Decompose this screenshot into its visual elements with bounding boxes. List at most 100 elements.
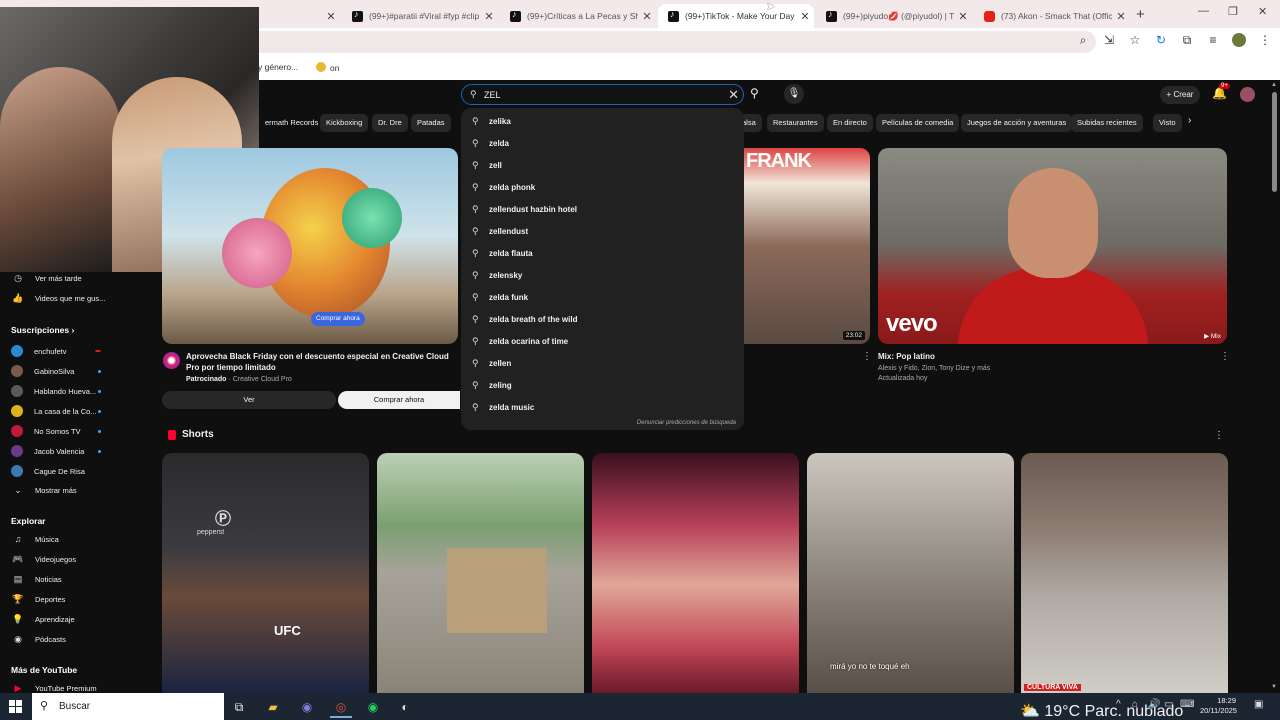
suggestion-item[interactable]: ⚲ zelda ocarina of time: [461, 331, 744, 351]
close-tab-icon[interactable]: ✕: [954, 10, 972, 23]
sidebar-item-news[interactable]: ▤ Noticias: [11, 574, 62, 585]
chip[interactable]: Kickboxing: [320, 114, 369, 132]
show-more-button[interactable]: ⌄ Mostrar más: [11, 485, 76, 496]
subscription-item[interactable]: Jacob Valencia: [11, 445, 101, 457]
ad-overlay-buy-button[interactable]: Comprar ahora: [311, 312, 365, 326]
file-explorer-icon[interactable]: ▰: [262, 696, 284, 718]
install-icon[interactable]: ⇲: [1102, 33, 1116, 50]
minimize-icon[interactable]: —: [1198, 5, 1209, 17]
task-view-icon[interactable]: ⧉: [228, 696, 250, 718]
profile-avatar[interactable]: [1232, 33, 1246, 50]
sidebar-item-learning[interactable]: 💡 Aprendizaje: [11, 614, 74, 625]
sidebar-item-sports[interactable]: 🏆 Deportes: [11, 594, 65, 605]
notification-center-icon[interactable]: ▣: [1254, 699, 1263, 710]
suggestion-item[interactable]: ⚲ zell: [461, 155, 744, 175]
menu-icon[interactable]: ⋮: [1258, 33, 1272, 50]
chrome-icon[interactable]: ◎: [330, 696, 352, 718]
suggestion-item[interactable]: ⚲ zeling: [461, 375, 744, 395]
search-button[interactable]: ⚲: [750, 86, 759, 100]
volume-icon[interactable]: 🔊: [1148, 699, 1160, 710]
more-options-icon[interactable]: ⋮: [1214, 430, 1224, 441]
close-tab-icon[interactable]: ✕: [480, 10, 498, 23]
subscription-item[interactable]: Hablando Hueva...: [11, 385, 101, 397]
bookmark-star-icon[interactable]: ☆: [1128, 33, 1142, 50]
sidebar-item-music[interactable]: ♫ Música: [11, 534, 59, 544]
close-window-icon[interactable]: ✕: [1258, 5, 1267, 18]
suggestion-item[interactable]: ⚲ zelda music: [461, 397, 744, 417]
chip[interactable]: Películas de comedia: [876, 114, 960, 132]
chip[interactable]: Dr. Dre: [372, 114, 408, 132]
more-options-icon[interactable]: ⋮: [1220, 351, 1230, 362]
buy-now-button[interactable]: Comprar ahora: [338, 391, 460, 409]
scrollbar-thumb[interactable]: [1272, 92, 1277, 192]
bookmark-item[interactable]: on: [316, 62, 339, 73]
browser-tab[interactable]: (99+)piyudo💋 (@piyudol) | T ✕: [816, 4, 972, 28]
browser-tab[interactable]: (73) Akon - Smack That (Officia ✕: [974, 4, 1130, 28]
sidebar-item-podcasts[interactable]: ◉ Pódcasts: [11, 634, 66, 645]
subscriptions-heading[interactable]: Suscripciones ›: [11, 325, 74, 335]
close-tab-icon[interactable]: ✕: [796, 10, 814, 23]
keyboard-icon[interactable]: ⌨: [1180, 699, 1194, 710]
subscription-item[interactable]: Cague De Risa: [11, 465, 101, 477]
browser-tab-active[interactable]: (99+)TikTok - Make Your Day ✕: [658, 4, 814, 28]
short-thumbnail[interactable]: Ⓟpepperst UFC: [162, 453, 369, 693]
microphone-icon[interactable]: 🎙: [784, 84, 804, 104]
taskbar-search[interactable]: ⚲ Buscar: [32, 693, 224, 720]
video-thumbnail[interactable]: FRANK 23:02: [744, 148, 870, 344]
battery-icon[interactable]: ▭: [1164, 699, 1173, 710]
zoom-icon[interactable]: ⌕: [1076, 33, 1090, 50]
short-thumbnail[interactable]: [1021, 453, 1228, 693]
subscription-item[interactable]: No Somos TV: [11, 425, 101, 437]
subscription-item[interactable]: enchufetv: [11, 345, 101, 357]
bookmark-item[interactable]: y género...: [258, 62, 298, 72]
report-predictions-link[interactable]: Denunciar predicciones de búsqueda: [637, 420, 736, 426]
suggestion-item[interactable]: ⚲ zellendust hazbin hotel: [461, 199, 744, 219]
scroll-up-arrow-icon[interactable]: ▲: [1271, 82, 1277, 88]
chevron-up-icon[interactable]: ^: [1116, 699, 1121, 710]
chip[interactable]: En directo: [827, 114, 873, 132]
chip[interactable]: ermath Records: [259, 114, 325, 132]
ad-thumbnail[interactable]: [162, 148, 458, 344]
chip[interactable]: Patadas: [411, 114, 451, 132]
create-button[interactable]: + Crear: [1160, 86, 1200, 104]
extensions-icon[interactable]: ⧉: [1180, 33, 1194, 50]
system-clock[interactable]: 18:29 20/11/2025: [1200, 696, 1237, 716]
windows-start-icon[interactable]: [9, 700, 22, 713]
suggestion-item[interactable]: ⚲ zelda: [461, 133, 744, 153]
sidebar-item-liked-videos[interactable]: 👍 Videos que me gus...: [11, 293, 105, 304]
subscription-item[interactable]: GabinoSilva: [11, 365, 101, 377]
avatar[interactable]: [1240, 87, 1255, 102]
suggestion-item[interactable]: ⚲ zellen: [461, 353, 744, 373]
creative-cloud-icon[interactable]: [163, 352, 180, 369]
omnibox[interactable]: [176, 31, 1096, 53]
more-options-icon[interactable]: ⋮: [862, 351, 872, 362]
chip[interactable]: Restaurantes: [767, 114, 824, 132]
translate-icon[interactable]: ↻: [1154, 33, 1168, 50]
close-tab-icon[interactable]: ✕: [322, 10, 340, 23]
short-thumbnail[interactable]: [592, 453, 799, 693]
discord-icon[interactable]: ◉: [296, 696, 318, 718]
search-input[interactable]: ⚲ ZEL ✕: [461, 84, 744, 105]
maximize-icon[interactable]: ❐: [1228, 5, 1238, 18]
suggestion-item[interactable]: ⚲ zelda phonk: [461, 177, 744, 197]
suggestion-item[interactable]: ⚲ zelensky: [461, 265, 744, 285]
chevron-right-icon[interactable]: ›: [1188, 115, 1191, 126]
suggestion-item[interactable]: ⚲ zelda flauta: [461, 243, 744, 263]
suggestion-item[interactable]: ⚲ zelika: [461, 111, 744, 131]
suggestion-item[interactable]: ⚲ zelda breath of the wild: [461, 309, 744, 329]
scroll-down-arrow-icon[interactable]: ▼: [1271, 684, 1277, 690]
suggestion-item[interactable]: ⚲ zelda funk: [461, 287, 744, 307]
network-icon[interactable]: ⌂: [1132, 699, 1138, 710]
short-thumbnail[interactable]: [377, 453, 584, 693]
ver-button[interactable]: Ver: [162, 391, 336, 409]
reading-list-icon[interactable]: ≡: [1206, 33, 1220, 50]
ad-title[interactable]: Aprovecha Black Friday con el descuento …: [186, 351, 458, 373]
sidebar-item-gaming[interactable]: 🎮 Videojuegos: [11, 554, 76, 565]
spotify-icon[interactable]: ◉: [362, 696, 384, 718]
browser-tab[interactable]: (99+)Críticas a La Pecas y Shaki ✕: [500, 4, 656, 28]
close-tab-icon[interactable]: ✕: [638, 10, 656, 23]
obs-icon[interactable]: ◐: [394, 696, 416, 718]
video-thumbnail[interactable]: vevo ▶ Mix: [878, 148, 1227, 344]
video-title[interactable]: Mix: Pop latino: [878, 352, 935, 361]
sidebar-item-watch-later[interactable]: ◷ Ver más tarde: [11, 273, 82, 284]
